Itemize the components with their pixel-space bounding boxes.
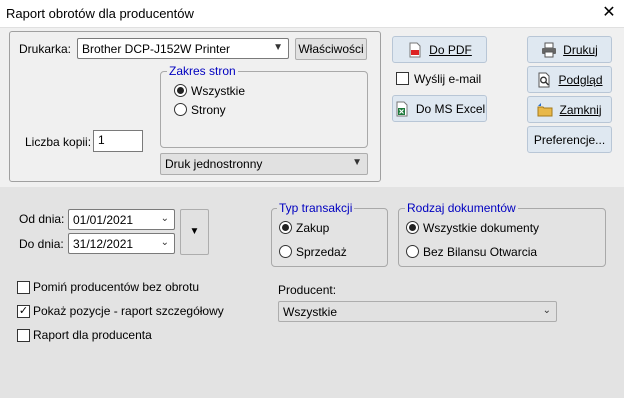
copies-input[interactable]: 1 [93,130,143,152]
date-to-value: 31/12/2021 [73,237,134,251]
radio-purchase[interactable] [279,221,292,234]
producer-label: Producent: [278,283,337,297]
page-range-legend: Zakres stron [167,64,238,78]
export-excel-label: Do MS Excel [415,101,486,116]
preview-label: Podgląd [558,72,603,87]
document-type-legend: Rodzaj dokumentów [405,201,518,215]
date-from-picker[interactable]: 01/01/2021 ⌄ [68,209,175,230]
per-producer-label: Raport dla producenta [33,328,152,342]
caret-down-icon: ▼ [189,226,200,237]
radio-no-opening-balance-label: Bez Bilansu Otwarcia [423,245,538,259]
checkmark-icon: ✓ [18,305,29,317]
pdf-file-icon [409,42,421,57]
radio-page-range-label: Strony [191,103,226,117]
close-label: Zamknij [559,102,602,117]
chevron-down-icon: ⌄ [160,237,169,248]
chevron-down-icon: ⌄ [160,213,169,224]
chevron-down-icon: ⌄ [542,305,551,316]
export-excel-button[interactable]: Do MS Excel [392,95,487,122]
radio-all-documents[interactable] [406,221,419,234]
window-title: Raport obrotów dla producentów [6,6,194,21]
printer-select[interactable]: Brother DCP-J152W Printer ▼ [77,38,289,59]
preview-icon [538,72,550,87]
export-pdf-button[interactable]: Do PDF [392,36,487,63]
radio-page-range[interactable] [174,103,187,116]
excel-file-icon [396,101,408,116]
date-to-picker[interactable]: 31/12/2021 ⌄ [68,233,175,254]
chevron-down-icon: ▼ [352,157,362,168]
date-range-menu-button[interactable]: ▼ [180,209,209,255]
duplex-select[interactable]: Druk jednostronny ▼ [160,153,368,175]
close-folder-icon [537,102,553,116]
skip-no-turnover-checkbox[interactable] [17,281,30,294]
radio-all-documents-label: Wszystkie dokumenty [423,221,540,235]
properties-button[interactable]: Właściwości [295,38,367,60]
date-from-value: 01/01/2021 [73,213,134,227]
radio-purchase-label: Zakup [296,221,330,235]
close-button[interactable]: Zamknij [527,96,612,123]
print-button[interactable]: Drukuj [527,36,612,63]
printer-label: Drukarka: [19,42,72,56]
skip-no-turnover-label: Pomiń producentów bez obrotu [33,280,200,294]
chevron-down-icon: ▼ [273,42,283,53]
transaction-type-legend: Typ transakcji [277,201,355,215]
radio-sale[interactable] [279,245,292,258]
copies-label: Liczba kopii: [25,135,92,149]
producer-select-value: Wszystkie [283,305,337,319]
per-producer-checkbox[interactable] [17,329,30,342]
date-to-label: Do dnia: [19,237,64,251]
date-from-label: Od dnia: [19,212,65,226]
radio-all-pages[interactable] [174,84,187,97]
radio-sale-label: Sprzedaż [296,245,347,259]
preview-button[interactable]: Podgląd [527,66,612,93]
duplex-select-value: Druk jednostronny [165,157,263,171]
radio-no-opening-balance[interactable] [406,245,419,258]
email-checkbox-label: Wyślij e-mail [414,72,482,86]
title-bar: Raport obrotów dla producentów ✕ [0,0,624,28]
show-items-label: Pokaż pozycje - raport szczegółowy [33,304,224,318]
printer-select-value: Brother DCP-J152W Printer [82,42,231,56]
close-window-icon[interactable]: ✕ [598,3,620,25]
preferences-label: Preferencje... [533,132,606,147]
print-label: Drukuj [563,42,598,57]
preferences-button[interactable]: Preferencje... [527,126,612,153]
producer-select[interactable]: Wszystkie ⌄ [278,301,557,322]
printer-icon [542,42,557,57]
radio-all-pages-label: Wszystkie [191,84,245,98]
show-items-checkbox[interactable]: ✓ [17,305,30,318]
email-checkbox[interactable] [396,72,409,85]
export-pdf-label: Do PDF [429,42,472,57]
